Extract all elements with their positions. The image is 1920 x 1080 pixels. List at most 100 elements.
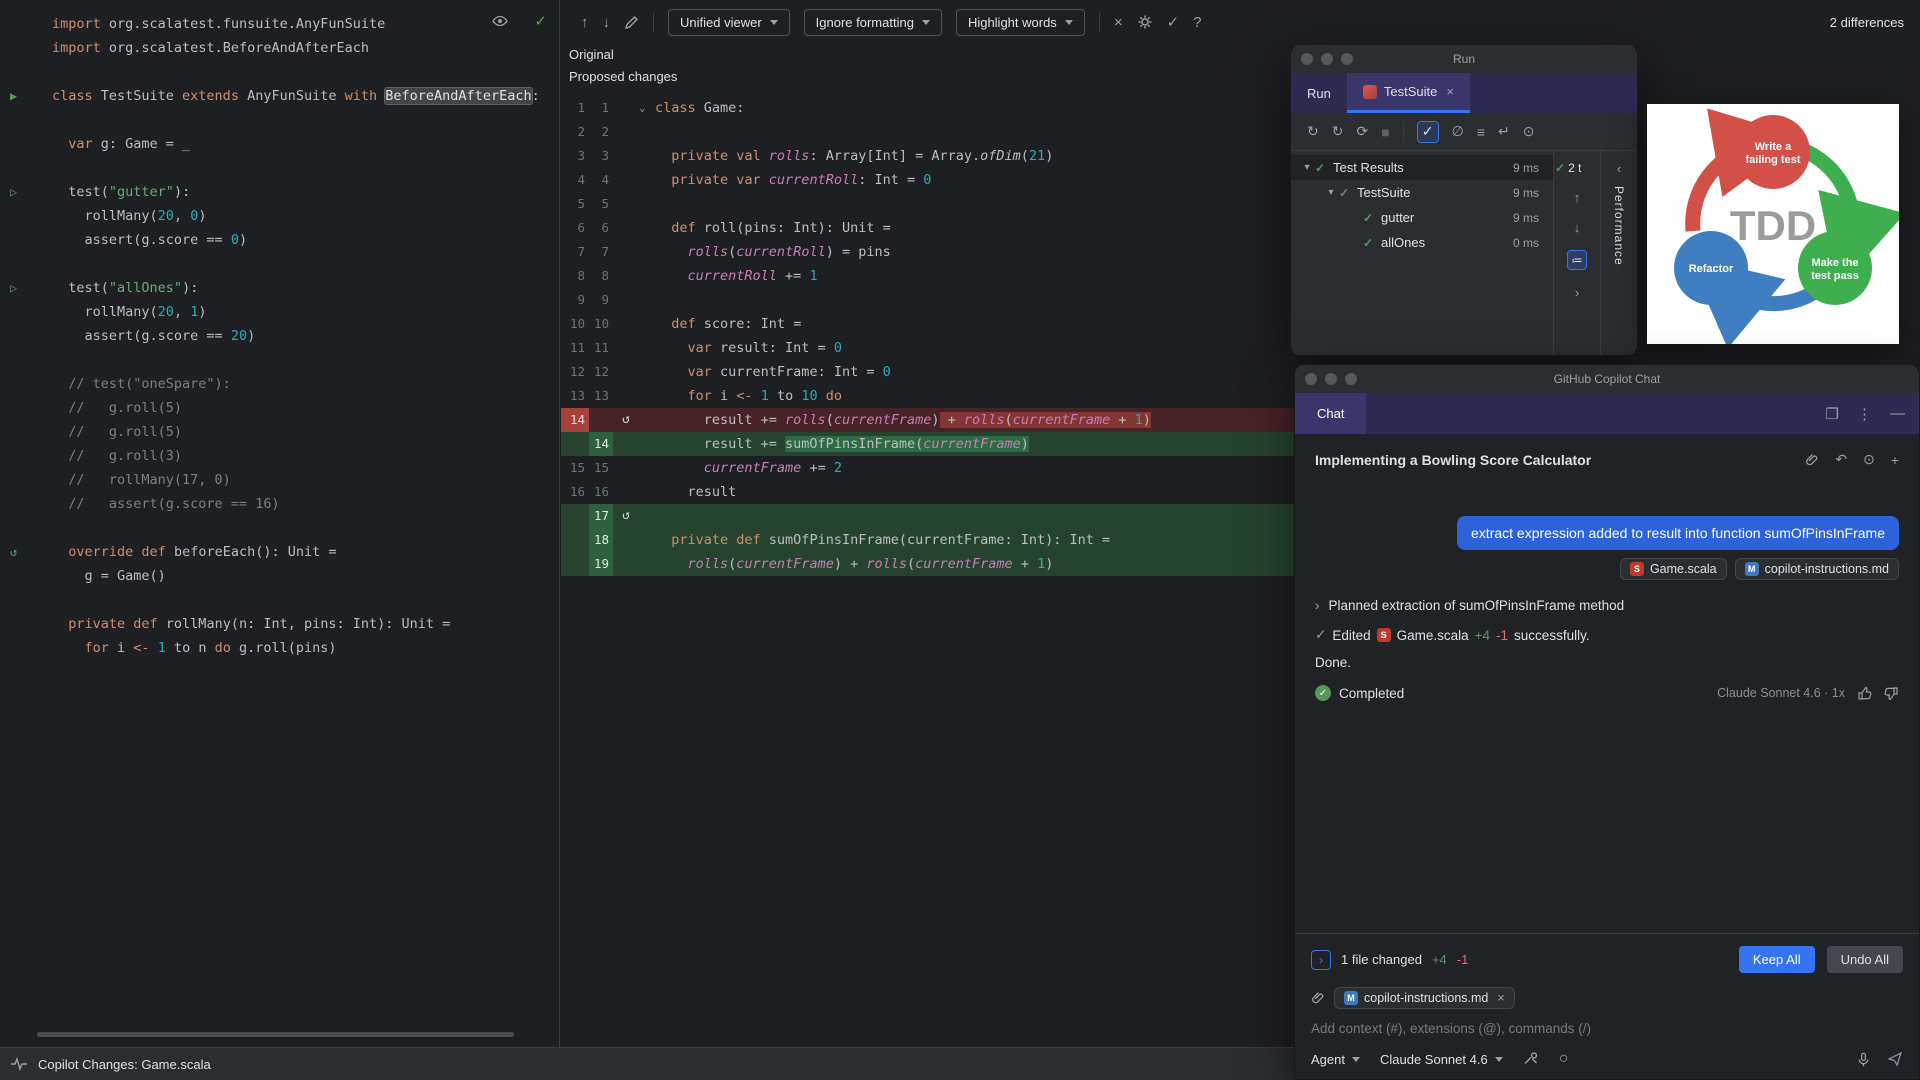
expander-icon[interactable]: ▾: [1323, 187, 1339, 198]
next-difference-icon[interactable]: ↓: [603, 14, 611, 31]
close-tab-icon[interactable]: ×: [1446, 84, 1454, 99]
performance-tab[interactable]: Performance: [1612, 186, 1626, 266]
undo-all-button[interactable]: Undo All: [1827, 946, 1903, 973]
editor-code-line: ▷ test("allOnes"):: [0, 276, 559, 300]
usage-circle-icon[interactable]: ○: [1559, 1050, 1569, 1068]
filter-icon[interactable]: ≔: [1567, 250, 1587, 270]
markdown-icon: M: [1344, 991, 1358, 1005]
paperclip-icon[interactable]: [1311, 991, 1325, 1005]
override-marker-icon[interactable]: ↺: [10, 545, 17, 559]
stop-icon[interactable]: ■: [1381, 124, 1389, 140]
close-button[interactable]: [1305, 373, 1317, 385]
run-class-icon[interactable]: ▶: [10, 89, 17, 103]
show-ignored-toggle-icon[interactable]: ∅: [1452, 123, 1464, 140]
testsuite-editor[interactable]: import org.scalatest.funsuite.AnyFunSuit…: [0, 0, 560, 1047]
thumbs-down-icon[interactable]: [1884, 686, 1899, 701]
attach-icon[interactable]: [1805, 453, 1819, 467]
context-chip[interactable]: M copilot-instructions.md ×: [1334, 987, 1515, 1009]
user-message-bubble: extract expression added to result into …: [1457, 516, 1899, 550]
expand-rail-icon[interactable]: ›: [1575, 285, 1579, 300]
edited-file-name[interactable]: Game.scala: [1397, 628, 1469, 643]
close-button[interactable]: [1301, 53, 1313, 65]
model-dropdown[interactable]: Claude Sonnet 4.6: [1380, 1052, 1503, 1067]
help-icon[interactable]: ?: [1193, 14, 1201, 31]
editor-hscrollbar[interactable]: [37, 1032, 514, 1037]
send-icon[interactable]: [1887, 1051, 1903, 1067]
expander-icon[interactable]: ▾: [1299, 162, 1315, 173]
history-clock-icon[interactable]: ⊙: [1523, 123, 1535, 140]
sort-alphabetically-icon[interactable]: ≡: [1477, 124, 1485, 140]
show-passed-toggle-icon[interactable]: ✓: [1417, 121, 1439, 143]
test-duration: 9 ms: [1513, 186, 1553, 200]
copilot-changes-icon[interactable]: [10, 1057, 28, 1071]
edit-icon[interactable]: [624, 15, 639, 30]
previous-difference-icon[interactable]: ↑: [581, 14, 589, 31]
thumbs-up-icon[interactable]: [1857, 686, 1872, 701]
line-number-original: 2: [561, 120, 589, 144]
more-options-icon[interactable]: ⋮: [1857, 405, 1872, 423]
run-test-icon[interactable]: ▷: [10, 185, 17, 199]
eye-icon[interactable]: [492, 13, 508, 29]
attached-file-chip[interactable]: SGame.scala: [1620, 558, 1727, 580]
test-results-tree[interactable]: ▾✓Test Results9 ms▾✓TestSuite9 ms✓gutter…: [1291, 151, 1553, 355]
hide-panel-icon[interactable]: —: [1890, 405, 1905, 423]
editor-code-line: // g.roll(5): [0, 396, 559, 420]
open-in-editor-icon[interactable]: ❐: [1826, 405, 1839, 423]
chip-label: Game.scala: [1650, 562, 1717, 576]
minimize-button[interactable]: [1325, 373, 1337, 385]
divider: [1403, 122, 1404, 142]
auto-test-icon[interactable]: ⟳: [1356, 123, 1368, 140]
tab-run[interactable]: Run: [1291, 73, 1347, 113]
chevron-down-icon: [1065, 20, 1073, 25]
sort-by-duration-icon[interactable]: ↵: [1498, 123, 1510, 140]
ignore-formatting-dropdown[interactable]: Ignore formatting: [804, 9, 942, 36]
keep-all-button[interactable]: Keep All: [1739, 946, 1815, 973]
run-test-icon[interactable]: ▷: [10, 281, 17, 295]
scroll-down-icon[interactable]: ↓: [1574, 220, 1581, 235]
run-window-titlebar[interactable]: Run: [1291, 45, 1637, 73]
zoom-button[interactable]: [1345, 373, 1357, 385]
rerun-icon[interactable]: ↻: [1307, 123, 1319, 140]
remove-chip-icon[interactable]: ×: [1497, 991, 1504, 1005]
attached-file-chip[interactable]: Mcopilot-instructions.md: [1735, 558, 1899, 580]
tdd-label: Make the: [1811, 257, 1858, 269]
minimize-button[interactable]: [1321, 53, 1333, 65]
scala-file-icon: S: [1377, 628, 1391, 642]
tools-icon[interactable]: [1523, 1051, 1539, 1067]
scroll-up-icon[interactable]: ↑: [1574, 190, 1581, 205]
revert-change-icon[interactable]: ↺: [613, 504, 639, 528]
collapse-panel-icon[interactable]: ‹: [1617, 161, 1621, 176]
test-tree-row[interactable]: ✓gutter9 ms: [1291, 205, 1553, 230]
line-number-proposed: 5: [589, 192, 613, 216]
undo-icon[interactable]: ↶: [1835, 451, 1847, 468]
divider: [1099, 12, 1100, 32]
history-clock-icon[interactable]: ⊙: [1863, 451, 1875, 468]
mode-dropdown[interactable]: Agent: [1311, 1052, 1360, 1067]
close-icon[interactable]: ×: [1114, 14, 1123, 31]
expand-changes-icon[interactable]: ›: [1311, 950, 1331, 970]
viewer-mode-dropdown[interactable]: Unified viewer: [668, 9, 790, 36]
editor-code-line: // assert(g.score == 16): [0, 492, 559, 516]
tdd-center-label: TDD: [1730, 202, 1816, 249]
fold-icon[interactable]: ⌄: [639, 96, 655, 120]
settings-gear-icon[interactable]: [1137, 14, 1153, 30]
test-tree-row[interactable]: ▾✓Test Results9 ms: [1291, 155, 1553, 180]
editor-code-area[interactable]: import org.scalatest.funsuite.AnyFunSuit…: [0, 0, 559, 660]
new-chat-icon[interactable]: +: [1891, 452, 1899, 468]
revert-change-icon[interactable]: ↺: [613, 408, 639, 432]
rerun-failed-icon[interactable]: ↻: [1332, 123, 1344, 140]
line-number-proposed: 12: [589, 360, 613, 384]
zoom-button[interactable]: [1341, 53, 1353, 65]
test-tree-row[interactable]: ✓allOnes0 ms: [1291, 230, 1553, 255]
accept-icon[interactable]: ✓: [1167, 13, 1180, 31]
voice-input-icon[interactable]: [1856, 1052, 1871, 1067]
highlight-mode-dropdown[interactable]: Highlight words: [956, 9, 1085, 36]
tab-chat[interactable]: Chat: [1295, 393, 1366, 434]
chat-input[interactable]: [1311, 1021, 1903, 1036]
tab-testsuite[interactable]: TestSuite ×: [1347, 73, 1470, 113]
chat-window-titlebar[interactable]: GitHub Copilot Chat: [1295, 365, 1919, 393]
editor-code-line: [0, 348, 559, 372]
line-number-proposed: 1: [589, 96, 613, 120]
planned-step-row[interactable]: › Planned extraction of sumOfPinsInFrame…: [1315, 598, 1899, 613]
test-tree-row[interactable]: ▾✓TestSuite9 ms: [1291, 180, 1553, 205]
